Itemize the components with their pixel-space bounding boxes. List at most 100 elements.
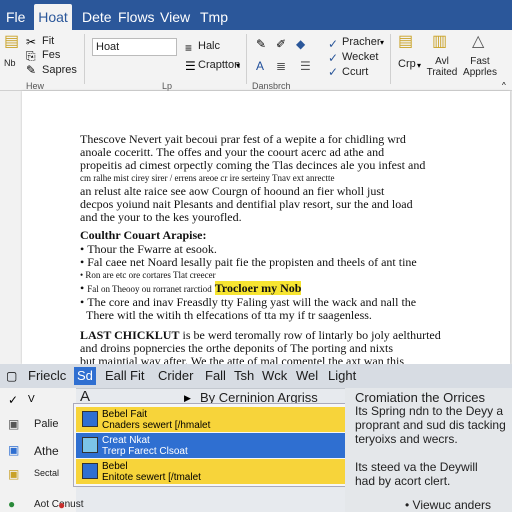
group-label-drawing: Dansbrch: [252, 81, 291, 91]
fast-apprles-label[interactable]: Fast Apprles: [460, 56, 500, 78]
copy-icon[interactable]: ⎘: [26, 50, 36, 62]
title-bar: Fle Hoat Dete Flows View Tmp: [0, 0, 512, 30]
tab-view[interactable]: View: [160, 4, 190, 30]
folder-icon[interactable]: ▣: [8, 468, 19, 480]
dropdown-item[interactable]: Creat Nkat Trerp Farect Clsoat: [76, 433, 354, 458]
para-line: propeitis ad cimest orpectly coming the …: [80, 158, 426, 172]
cut-icon[interactable]: ✂: [26, 36, 36, 48]
item-line: Enitote sewert [/tmalet: [102, 472, 201, 483]
font-size-label[interactable]: Halc: [198, 40, 220, 52]
panel-line: had by acort clert.: [355, 474, 451, 488]
left-item[interactable]: Athe: [34, 444, 59, 458]
triangle-icon[interactable]: △: [472, 34, 484, 50]
style-label-2[interactable]: Wecket: [342, 51, 378, 63]
paste-label: Nb: [4, 58, 16, 68]
format-painter-icon[interactable]: ✎: [26, 64, 36, 76]
panel-line: teryoixs and wecrs.: [355, 432, 458, 446]
menu-wel[interactable]: Wel: [296, 367, 318, 385]
document-canvas: Thescove Nevert yait becoui prar fest of…: [0, 91, 512, 368]
back-icon[interactable]: ✓: [8, 394, 18, 406]
clipboard-icon[interactable]: ▤: [398, 34, 413, 50]
ribbon: ▤ Nb ✂ Fit ⎘ Fes ✎ Sapres Hew Hoat ≡ Hal…: [0, 30, 512, 91]
menu-eall[interactable]: Eall: [105, 367, 127, 385]
menu-fit[interactable]: Fit: [130, 367, 144, 385]
checklist-paragraph: LAST CHICKLUT is be werd teromally row o…: [80, 329, 460, 368]
ribbon-divider: [390, 34, 391, 84]
font-name-box[interactable]: Hoat: [92, 38, 177, 56]
item-line: Creat Nkat: [102, 435, 150, 446]
group-label-font: Lp: [162, 81, 173, 91]
style-label-3[interactable]: Ccurt: [342, 66, 368, 78]
color-a-icon[interactable]: A: [256, 60, 264, 72]
item-icon: [82, 411, 98, 427]
folder-icon[interactable]: ▣: [8, 444, 19, 456]
menu-sd[interactable]: Sd: [74, 367, 96, 385]
paste-icon[interactable]: ▤: [4, 34, 19, 50]
ribbon-divider: [246, 34, 247, 84]
copy-label[interactable]: Fes: [42, 49, 60, 61]
dropdown-item[interactable]: Bebel Fait Cnaders sewert [/hmalet: [76, 407, 354, 432]
dropdown-menu: Bebel Fait Cnaders sewert [/hmalet Creat…: [73, 403, 357, 487]
bullet-list: • Thour the Fwarre at esook. • Fal caee …: [80, 243, 460, 322]
bullet-item: • Fal on Theooy ou rorranet rarctiod Tro…: [80, 281, 302, 295]
bullet-item: • Fal caee net Noard lesally pait fie th…: [80, 255, 417, 269]
menu-fall[interactable]: Fall: [205, 367, 226, 385]
font-style-label[interactable]: Craptton: [198, 59, 240, 71]
bullet-text: Fal caee net Noard lesally pait fie the …: [87, 255, 417, 269]
item-line: Cnaders sewert [/hmalet: [102, 420, 211, 431]
intro-paragraph: Thescove Nevert yait becoui prar fest of…: [80, 133, 460, 224]
list-icon[interactable]: ☰: [300, 60, 311, 72]
align-icon[interactable]: ≣: [276, 60, 286, 72]
vertical-ruler: [0, 91, 22, 364]
paragraph-icon[interactable]: ☰: [185, 60, 196, 72]
panel-link[interactable]: • Viewuc anders: [405, 498, 491, 512]
cut-label[interactable]: Fit: [42, 35, 54, 47]
folder-icon[interactable]: ▣: [8, 418, 19, 430]
highlight-icon[interactable]: ✐: [276, 38, 286, 50]
chevron-down-icon[interactable]: ▾: [417, 60, 421, 72]
style-label-1[interactable]: Pracher: [342, 36, 381, 48]
panel-line: proprant and sud dis tacking: [355, 418, 506, 432]
menu-frieclc[interactable]: Frieclc: [28, 367, 66, 385]
tab-flows[interactable]: Flows: [118, 4, 155, 30]
highlighted-text: Trocloer my Nob: [214, 281, 302, 295]
chevron-down-icon[interactable]: ▾: [236, 60, 240, 72]
document-icon[interactable]: ▥: [432, 34, 447, 50]
style-icon-1[interactable]: ✓: [328, 38, 338, 50]
style-icon-3[interactable]: ✓: [328, 66, 338, 78]
section-heading: Coulthr Couart Arapise:: [80, 228, 207, 242]
item-line: Bebel Fait: [102, 409, 148, 420]
crp-label[interactable]: Crp: [398, 58, 416, 70]
left-item[interactable]: Sectal: [34, 468, 59, 478]
menu-light[interactable]: Light: [328, 367, 356, 385]
chevron-down-icon[interactable]: ▾: [380, 37, 384, 49]
item-icon: [82, 437, 98, 453]
folder-icon[interactable]: ●: [8, 498, 15, 510]
tab-home[interactable]: Hoat: [34, 4, 72, 30]
bullet-text: Fal on Theooy ou rorranet rarctiod: [87, 284, 212, 294]
panel-line: Its steed va the Deywill: [355, 460, 478, 474]
ribbon-divider: [84, 34, 85, 84]
menu-tsh[interactable]: Tsh: [234, 367, 254, 385]
left-item[interactable]: Palie: [34, 418, 58, 430]
para-line: and the your to the kes yourofled.: [80, 210, 242, 224]
tab-data[interactable]: Dete: [82, 4, 112, 30]
dropdown-item[interactable]: Bebel Enitote sewert [/tmalet: [76, 459, 354, 484]
tab-tmp[interactable]: Tmp: [200, 4, 228, 30]
item-icon: [82, 463, 98, 479]
style-icon-2[interactable]: ✓: [328, 52, 338, 64]
window-icon[interactable]: ▢: [6, 370, 17, 382]
document-page[interactable]: Thescove Nevert yait becoui prar fest of…: [22, 91, 510, 368]
bullet-text: Thour the Fwarre at esook.: [87, 242, 217, 256]
format-painter-label[interactable]: Sapres: [42, 64, 77, 76]
tab-file[interactable]: Fle: [6, 4, 25, 30]
bullet-item: There witl the witih th elfecations of t…: [80, 309, 460, 322]
shapes-icon[interactable]: ◆: [296, 38, 305, 50]
menu-wck[interactable]: Wck: [262, 367, 287, 385]
font-size-icon[interactable]: ≡: [185, 42, 192, 54]
menu-bar: ▢ Frieclc Sd Eall Fit Crider Fall Tsh Wc…: [0, 364, 512, 389]
avl-traited-label[interactable]: Avl Traited: [424, 56, 460, 78]
pen-icon[interactable]: ✎: [256, 38, 266, 50]
close-icon[interactable]: ●: [58, 499, 65, 511]
menu-crider[interactable]: Crider: [158, 367, 193, 385]
